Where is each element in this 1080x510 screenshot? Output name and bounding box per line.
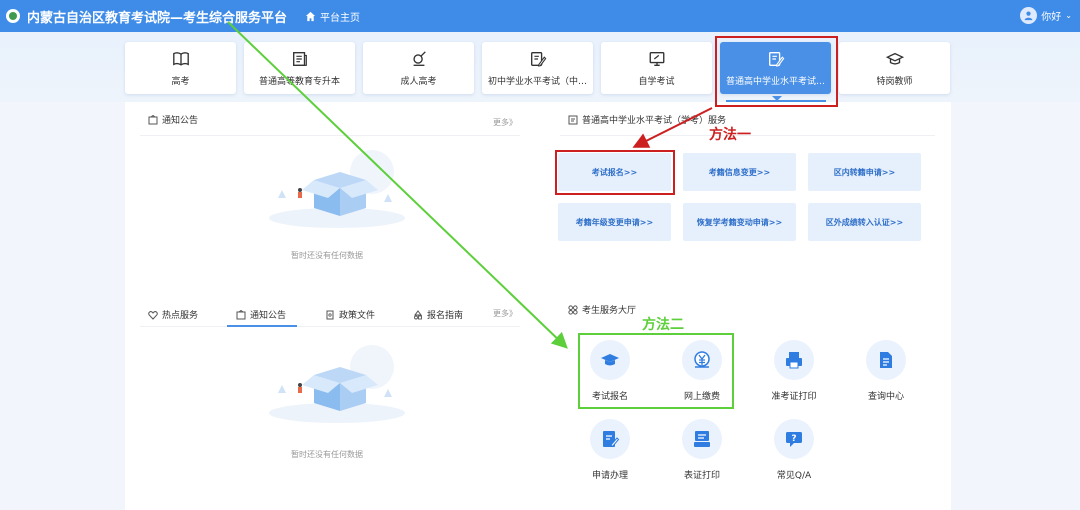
home-link[interactable]: 平台主页 <box>305 9 360 24</box>
annotation-box-method-one <box>555 150 675 195</box>
bulletin-icon <box>236 309 246 319</box>
category-label: 自学考试 <box>638 77 675 87</box>
hall-admission-print[interactable]: 准考证打印 <box>754 340 834 402</box>
site-logo-icon <box>6 9 20 23</box>
hall-form-print[interactable]: 表证打印 <box>662 419 742 481</box>
home-icon <box>305 11 316 22</box>
heart-icon <box>148 310 158 320</box>
edit-document-icon <box>530 52 546 67</box>
bulletin-icon <box>148 114 158 124</box>
active-tab-underline <box>227 325 297 327</box>
category-chuzhong[interactable]: 初中学业水平考试（中… <box>482 42 593 94</box>
category-label: 成人高考 <box>400 77 437 87</box>
notice-more-link[interactable]: 更多》 <box>493 117 517 128</box>
category-label: 普通高等教育专升本 <box>258 77 340 87</box>
hall-query-center[interactable]: 查询中心 <box>846 340 926 402</box>
empty-box-illustration-icon <box>269 150 405 228</box>
hall-item-label: 常见Q/A <box>776 471 812 481</box>
printer-icon <box>786 352 802 369</box>
annotation-box-method-two <box>578 333 734 409</box>
top-bar: 内蒙古自治区教育考试院—考生综合服务平台 平台主页 你好 ⌄ <box>0 0 1080 32</box>
category-chengren[interactable]: 成人高考 <box>363 42 474 94</box>
tab-label: 热点服务 <box>162 311 199 321</box>
category-bar: 高考 普通高等教育专升本 成人高考 初中学业水平考试（中… 自学考试 普通高中学… <box>0 32 1080 102</box>
annotation-box-category <box>715 36 838 107</box>
book-open-icon <box>172 52 189 66</box>
user-menu[interactable]: 你好 ⌄ <box>1020 7 1072 24</box>
user-greeting: 你好 <box>1041 12 1062 23</box>
notice-section-title: 通知公告 <box>148 113 198 126</box>
category-label: 初中学业水平考试（中… <box>487 77 587 87</box>
edit-note-icon <box>568 115 578 124</box>
empty-box-illustration-icon <box>269 345 405 423</box>
score-transfer-button[interactable]: 区外成绩转入认证>> <box>808 203 921 241</box>
annotation-method-two-label: 方法二 <box>642 317 684 333</box>
tab-label: 政策文件 <box>339 311 376 321</box>
tab-hot-services[interactable]: 热点服务 <box>148 308 198 321</box>
qa-chat-icon: ? <box>786 432 802 447</box>
intra-region-transfer-button[interactable]: 区内转籍申请>> <box>808 153 921 191</box>
notice-empty-text: 暂时还没有任何数据 <box>291 251 363 260</box>
search-document-icon <box>880 352 892 368</box>
empty-illustration <box>262 345 412 425</box>
hall-item-label: 准考证打印 <box>771 392 817 402</box>
file-icon <box>326 310 334 319</box>
edit-form-icon <box>603 431 620 448</box>
hall-item-label: 表证打印 <box>683 471 720 481</box>
hall-item-label: 申请办理 <box>591 471 628 481</box>
empty-illustration <box>262 150 412 230</box>
hall-application[interactable]: 申请办理 <box>570 419 650 481</box>
category-label: 高考 <box>171 77 190 87</box>
tab-label: 报名指南 <box>427 311 464 321</box>
form-print-icon <box>694 431 710 447</box>
category-gaokao[interactable]: 高考 <box>125 42 236 94</box>
category-zhuanshengben[interactable]: 普通高等教育专升本 <box>244 42 355 94</box>
shapes-icon <box>414 309 422 319</box>
tabs-empty-text: 暂时还没有任何数据 <box>291 450 363 459</box>
document-icon <box>292 52 307 66</box>
exam-service-label: 普通高中学业水平考试（学考）服务 <box>582 116 727 126</box>
pen-certificate-icon <box>412 51 426 66</box>
grade-change-button[interactable]: 考籍年级变更申请>> <box>558 203 671 241</box>
annotation-method-one-label: 方法一 <box>709 127 751 143</box>
notice-divider <box>140 135 520 136</box>
tabs-divider <box>140 326 520 327</box>
home-link-label: 平台主页 <box>320 13 360 24</box>
chevron-down-icon: ⌄ <box>1065 11 1072 20</box>
exam-service-title: 普通高中学业水平考试（学考）服务 <box>568 113 726 126</box>
tab-registration-guide[interactable]: 报名指南 <box>413 308 463 321</box>
tab-label: 通知公告 <box>250 311 287 321</box>
service-hall-label: 考生服务大厅 <box>582 306 637 316</box>
hall-item-label: 查询中心 <box>867 392 904 402</box>
restore-record-button[interactable]: 恢复学考籍变动申请>> <box>683 203 796 241</box>
category-zikao[interactable]: 自学考试 <box>601 42 712 94</box>
service-hall-title: 考生服务大厅 <box>568 303 636 316</box>
tab-policy-files[interactable]: 政策文件 <box>325 308 375 321</box>
hall-faq[interactable]: ? 常见Q/A <box>754 419 834 481</box>
tabs-more-link[interactable]: 更多》 <box>493 308 517 319</box>
category-tegang[interactable]: 特岗教师 <box>839 42 950 94</box>
graduation-cap-icon <box>885 52 904 65</box>
notice-section-label: 通知公告 <box>162 116 199 126</box>
record-change-button[interactable]: 考籍信息变更>> <box>683 153 796 191</box>
tab-notices[interactable]: 通知公告 <box>236 308 286 321</box>
grid-icon <box>568 304 578 315</box>
monitor-edit-icon <box>649 52 664 66</box>
site-title: 内蒙古自治区教育考试院—考生综合服务平台 <box>27 11 288 26</box>
user-avatar-icon <box>1020 7 1038 24</box>
svg-text:?: ? <box>791 434 796 444</box>
category-label: 特岗教师 <box>876 77 913 87</box>
